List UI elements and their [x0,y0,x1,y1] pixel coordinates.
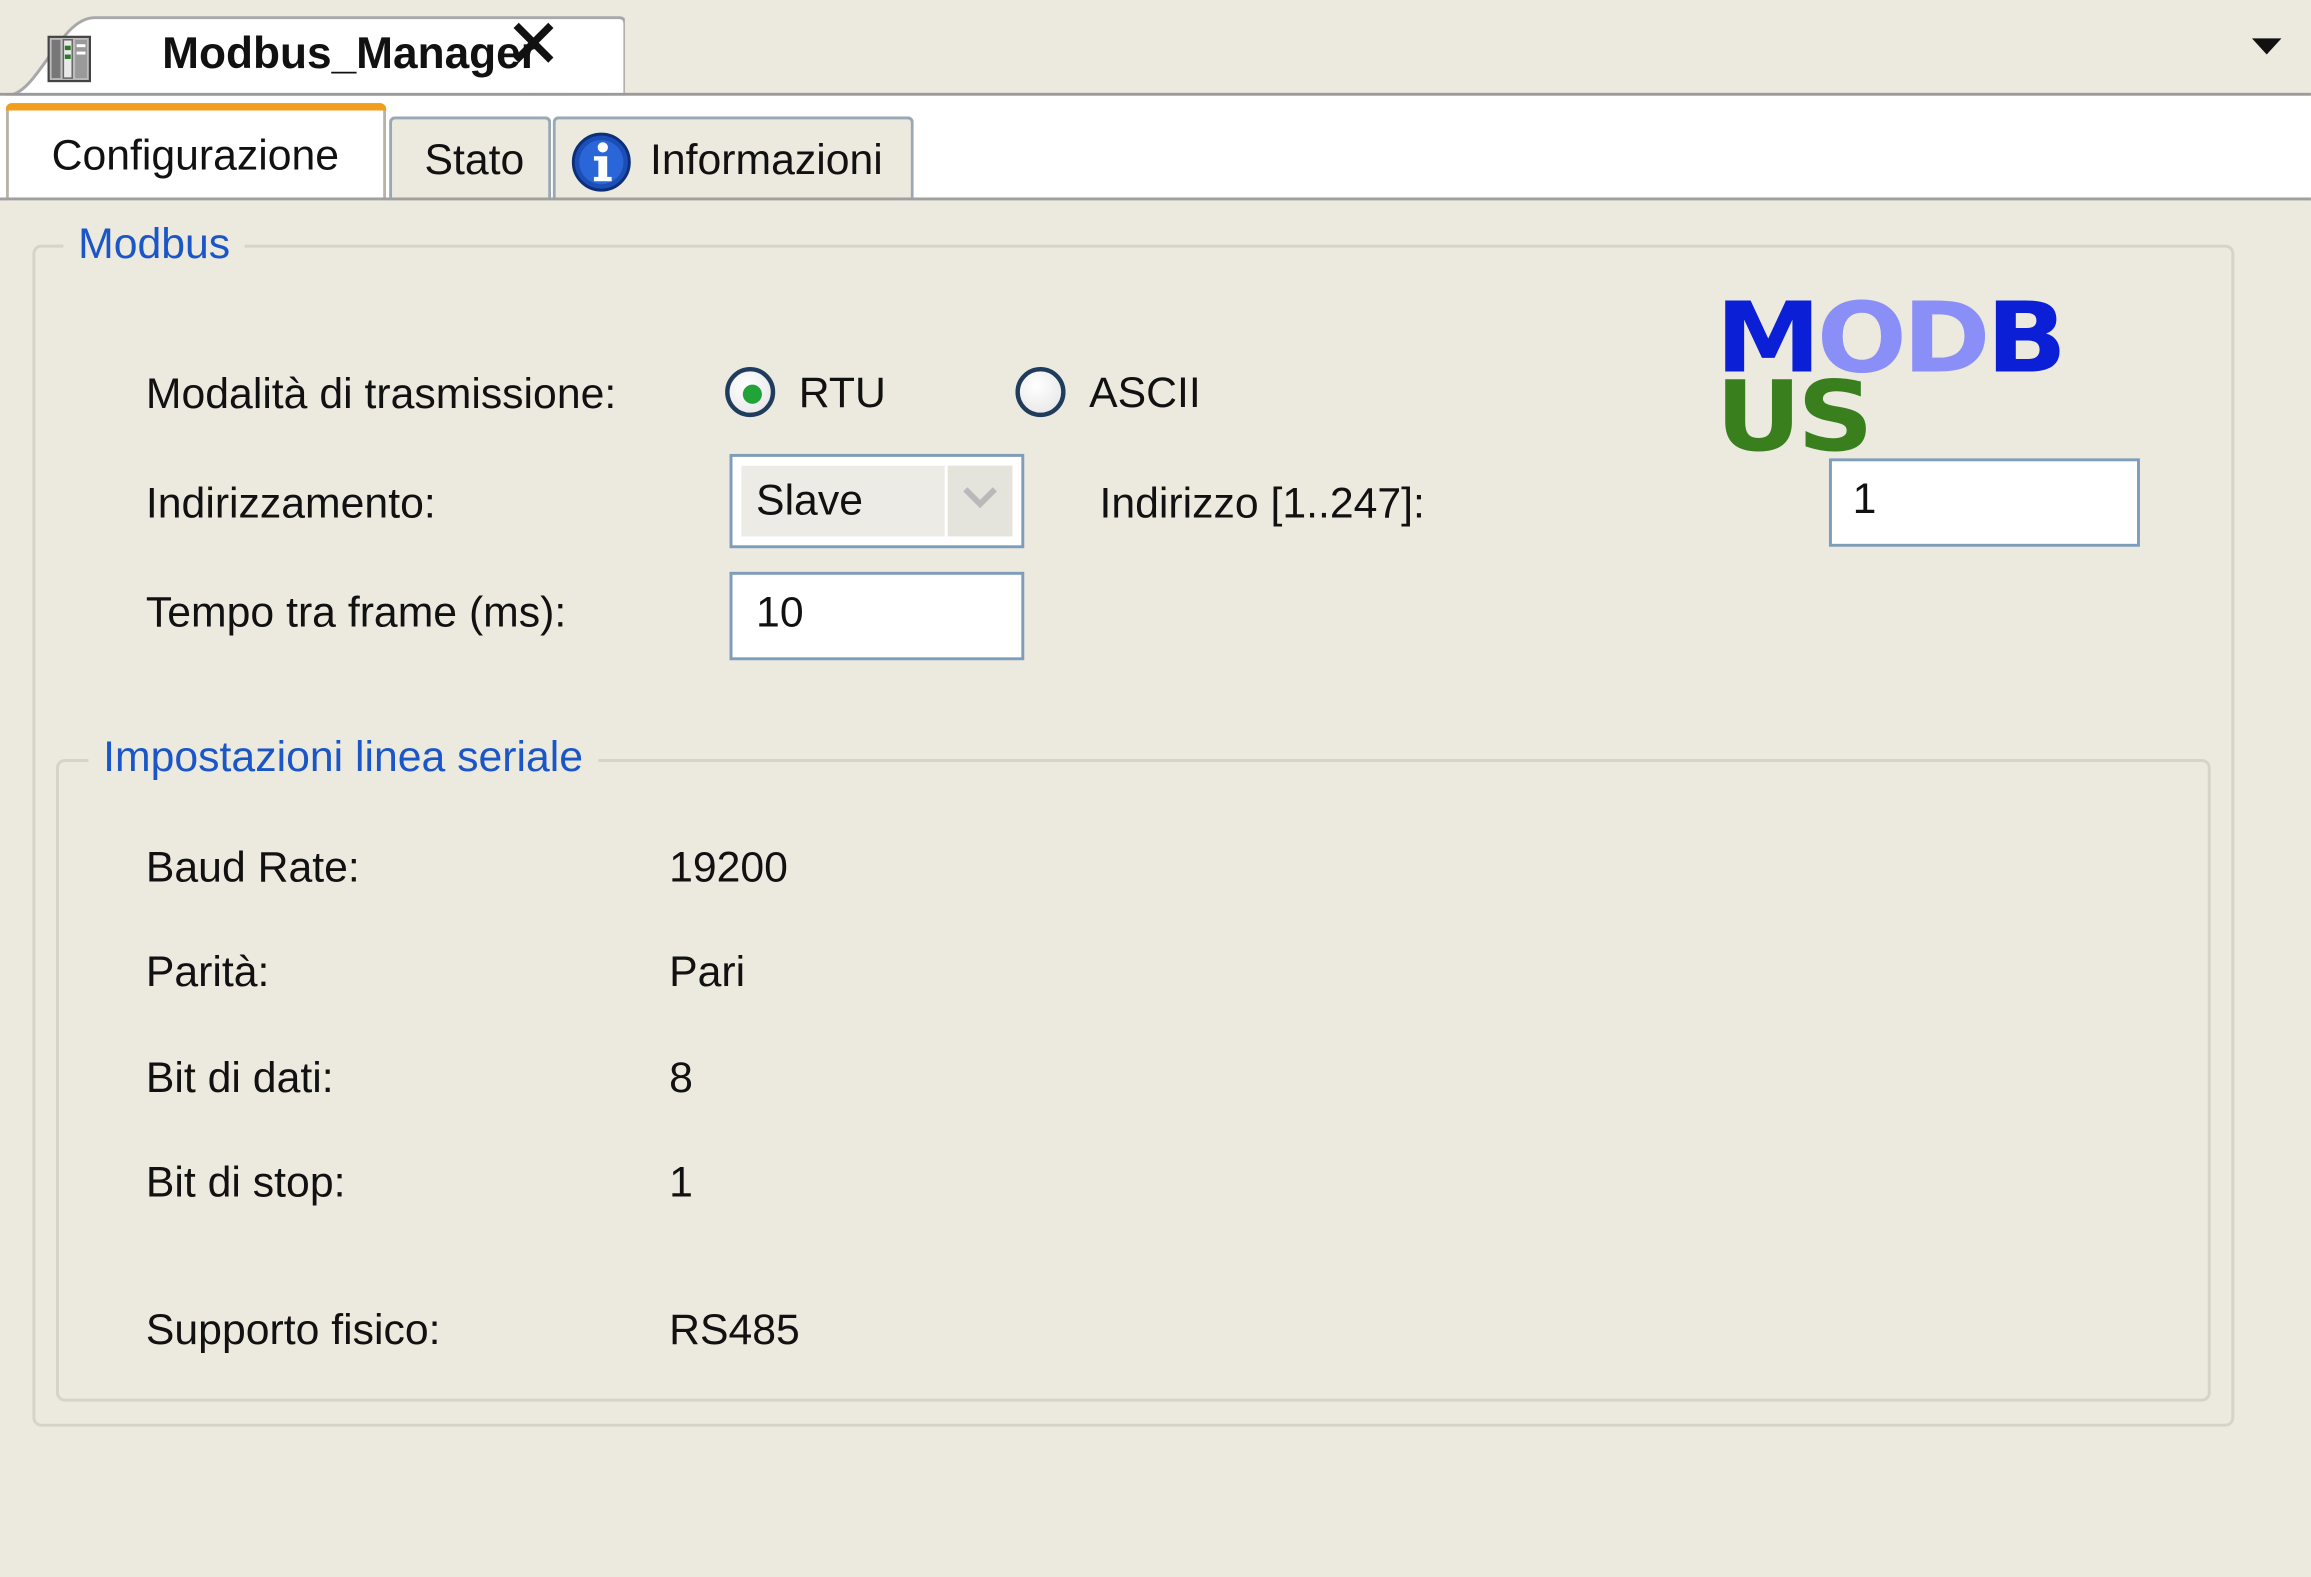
modbus-group-title: Modbus [63,221,245,270]
rtu-radio-label[interactable]: RTU [799,370,886,419]
addressing-label: Indirizzamento: [145,480,436,528]
data-bits-value: 8 [669,1055,693,1103]
chevron-down-icon[interactable] [2251,38,2282,55]
tab-informazioni[interactable]: Informazioni [552,116,914,200]
editor-tab-modbus-manager[interactable]: Modbus_Manager [5,15,625,98]
modbus-logo: MODBUS [1715,280,2068,474]
addressing-select[interactable]: Slave [729,453,1025,549]
baud-rate-value: 19200 [669,844,788,892]
physical-medium-value: RS485 [669,1307,800,1355]
tab-configurazione[interactable]: Configurazione [5,103,387,201]
address-input[interactable]: 1 [1828,458,2140,547]
tab-stato[interactable]: Stato [389,116,552,198]
tab-label: Informazioni [649,137,883,185]
serial-line-group [56,759,2211,1402]
editor-tab-title: Modbus_Manager [162,29,538,79]
physical-medium-label: Supporto fisico: [145,1307,441,1355]
rtu-radio[interactable] [725,366,776,418]
addressing-select-value: Slave [756,477,863,525]
device-icon [47,32,147,83]
frame-time-label: Tempo tra frame (ms): [145,589,567,637]
ascii-radio-label[interactable]: ASCII [1089,370,1201,419]
frame-time-input[interactable]: 10 [729,571,1025,661]
address-input-value: 1 [1852,476,1877,524]
addressing-select-field: Slave [741,465,1013,537]
serial-line-group-title: Impostazioni linea seriale [88,733,598,783]
address-label: Indirizzo [1..247]: [1099,480,1425,528]
stop-bits-label: Bit di stop: [145,1159,346,1208]
baud-rate-label: Baud Rate: [145,844,360,892]
parity-value: Pari [669,949,746,997]
tab-label: Stato [424,137,525,185]
transmission-mode-label: Modalità di trasmissione: [145,371,617,419]
stop-bits-value: 1 [669,1159,693,1208]
parity-label: Parità: [145,949,270,997]
data-bits-label: Bit di dati: [145,1055,334,1103]
chevron-down-icon[interactable] [944,465,1013,537]
frame-time-input-value: 10 [756,589,804,637]
ascii-radio[interactable] [1015,366,1066,418]
info-icon [570,131,632,200]
tab-label: Configurazione [51,132,340,180]
radio-selected-dot [742,384,762,404]
